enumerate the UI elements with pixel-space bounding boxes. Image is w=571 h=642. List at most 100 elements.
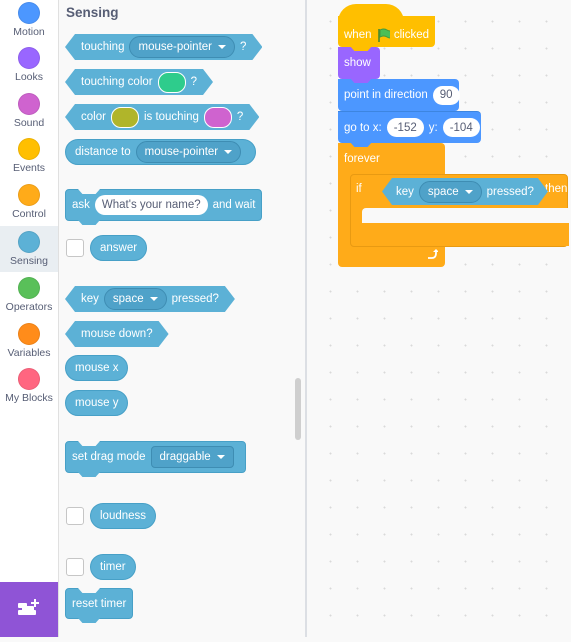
block-text: set drag mode bbox=[72, 451, 146, 463]
key-dropdown[interactable]: space bbox=[104, 288, 167, 310]
color-picker-swatch[interactable] bbox=[204, 107, 232, 128]
block-text: timer bbox=[100, 561, 126, 573]
block-notch bbox=[350, 46, 372, 51]
category-label: My Blocks bbox=[5, 392, 53, 404]
loudness-monitor-checkbox[interactable] bbox=[66, 507, 84, 525]
color-picker-swatch[interactable] bbox=[158, 72, 186, 93]
block-palette: Sensing touching mouse-pointer ? touchin… bbox=[59, 0, 305, 637]
category-looks[interactable]: Looks bbox=[0, 45, 58, 90]
mouse-down-block[interactable]: mouse down? bbox=[65, 321, 169, 347]
category-label: Sound bbox=[13, 117, 45, 129]
hat-cap bbox=[338, 4, 404, 22]
block-notch bbox=[78, 588, 100, 593]
block-text: touching bbox=[81, 41, 125, 53]
point-in-direction-block[interactable]: point in direction 90 bbox=[338, 78, 460, 111]
green-flag-icon bbox=[377, 28, 390, 42]
answer-monitor-checkbox[interactable] bbox=[66, 239, 84, 257]
x-input[interactable]: -152 bbox=[386, 118, 424, 137]
my-blocks-dot-icon bbox=[18, 368, 40, 390]
category-variables[interactable]: Variables bbox=[0, 321, 58, 366]
go-to-xy-block[interactable]: go to x: -152 y: -104 bbox=[338, 111, 481, 143]
block-text: clicked bbox=[393, 28, 429, 41]
block-notch bbox=[78, 441, 100, 446]
key-pressed-block[interactable]: key space pressed? bbox=[65, 286, 235, 312]
loop-arrow-icon bbox=[428, 249, 438, 259]
add-extension-button[interactable] bbox=[0, 582, 58, 637]
block-text: mouse y bbox=[75, 397, 119, 409]
ask-question-input[interactable]: What's your name? bbox=[94, 195, 208, 215]
key-dropdown[interactable]: space bbox=[419, 181, 482, 203]
dropdown-value: space bbox=[112, 293, 144, 305]
drag-mode-dropdown[interactable]: draggable bbox=[150, 446, 234, 468]
category-label: Events bbox=[12, 162, 46, 174]
block-text: forever bbox=[344, 153, 380, 165]
block-text: pressed? bbox=[171, 293, 219, 305]
mouse-y-block[interactable]: mouse y bbox=[65, 390, 129, 416]
category-control[interactable]: Control bbox=[0, 182, 58, 227]
color-is-touching-block[interactable]: color is touching ? bbox=[65, 104, 259, 130]
script-workspace[interactable]: when clicked show point in direction 90 … bbox=[307, 0, 571, 637]
touching-target-dropdown[interactable]: mouse-pointer bbox=[129, 36, 235, 58]
ask-and-wait-block[interactable]: ask What's your name? and wait bbox=[65, 189, 263, 225]
category-label: Control bbox=[12, 208, 46, 220]
block-notch bbox=[350, 142, 372, 147]
block-text: touching color bbox=[81, 76, 153, 88]
block-text: mouse x bbox=[75, 362, 119, 374]
sensing-dot-icon bbox=[18, 231, 40, 253]
if-block-bottom bbox=[362, 223, 569, 246]
block-text: point in direction bbox=[344, 89, 428, 101]
block-text: show bbox=[344, 57, 371, 69]
caret-down-icon bbox=[218, 45, 226, 49]
direction-input[interactable]: 90 bbox=[432, 85, 460, 105]
block-text: if bbox=[356, 183, 362, 195]
block-text: loudness bbox=[100, 510, 147, 522]
block-text: reset timer bbox=[72, 597, 127, 610]
mouse-x-block[interactable]: mouse x bbox=[65, 355, 129, 381]
block-text: answer bbox=[100, 242, 138, 254]
touching-block[interactable]: touching mouse-pointer ? bbox=[65, 34, 262, 60]
distance-target-dropdown[interactable]: mouse-pointer bbox=[135, 141, 242, 163]
category-menu: Motion Looks Sound Events Control Sensin… bbox=[0, 0, 59, 637]
y-input[interactable]: -104 bbox=[442, 118, 480, 137]
block-text: when bbox=[344, 28, 372, 41]
palette-scrollbar[interactable] bbox=[295, 378, 301, 440]
touching-color-block[interactable]: touching color ? bbox=[65, 69, 213, 95]
block-text: ask bbox=[72, 199, 90, 211]
caret-down-icon bbox=[224, 150, 233, 154]
block-text: mouse down? bbox=[81, 328, 153, 340]
key-pressed-condition[interactable]: key space pressed? bbox=[382, 178, 548, 205]
category-label: Motion bbox=[13, 26, 45, 38]
category-my-blocks[interactable]: My Blocks bbox=[0, 366, 58, 411]
distance-to-block[interactable]: distance to mouse-pointer bbox=[65, 139, 257, 165]
variables-dot-icon bbox=[18, 323, 40, 345]
category-sensing[interactable]: Sensing bbox=[0, 226, 58, 272]
block-text: key bbox=[396, 185, 414, 198]
color-picker-swatch[interactable] bbox=[111, 107, 139, 128]
caret-down-icon bbox=[150, 297, 158, 301]
timer-monitor-checkbox[interactable] bbox=[66, 558, 84, 576]
category-operators[interactable]: Operators bbox=[0, 275, 58, 320]
dropdown-value: draggable bbox=[159, 451, 211, 463]
category-events[interactable]: Events bbox=[0, 136, 58, 181]
dropdown-value: mouse-pointer bbox=[138, 41, 212, 53]
block-text: and wait bbox=[212, 199, 256, 211]
motion-dot-icon bbox=[18, 2, 40, 24]
block-tab bbox=[78, 472, 100, 477]
add-extension-icon bbox=[18, 599, 39, 615]
set-drag-mode-block[interactable]: set drag mode draggable bbox=[65, 441, 246, 477]
reset-timer-block[interactable]: reset timer bbox=[65, 588, 134, 623]
answer-block[interactable]: answer bbox=[90, 235, 148, 261]
category-motion[interactable]: Motion bbox=[0, 0, 58, 45]
loudness-block[interactable]: loudness bbox=[90, 503, 157, 529]
timer-block[interactable]: timer bbox=[90, 554, 136, 580]
block-text: ? bbox=[190, 76, 198, 88]
block-text: go to x: bbox=[344, 121, 382, 134]
operators-dot-icon bbox=[18, 277, 40, 299]
show-block[interactable]: show bbox=[338, 46, 380, 79]
block-text: key bbox=[81, 293, 99, 305]
block-text: is touching bbox=[143, 111, 199, 123]
block-tab bbox=[78, 220, 100, 225]
events-dot-icon bbox=[18, 138, 40, 160]
category-sound[interactable]: Sound bbox=[0, 91, 58, 136]
caret-down-icon bbox=[216, 455, 225, 459]
